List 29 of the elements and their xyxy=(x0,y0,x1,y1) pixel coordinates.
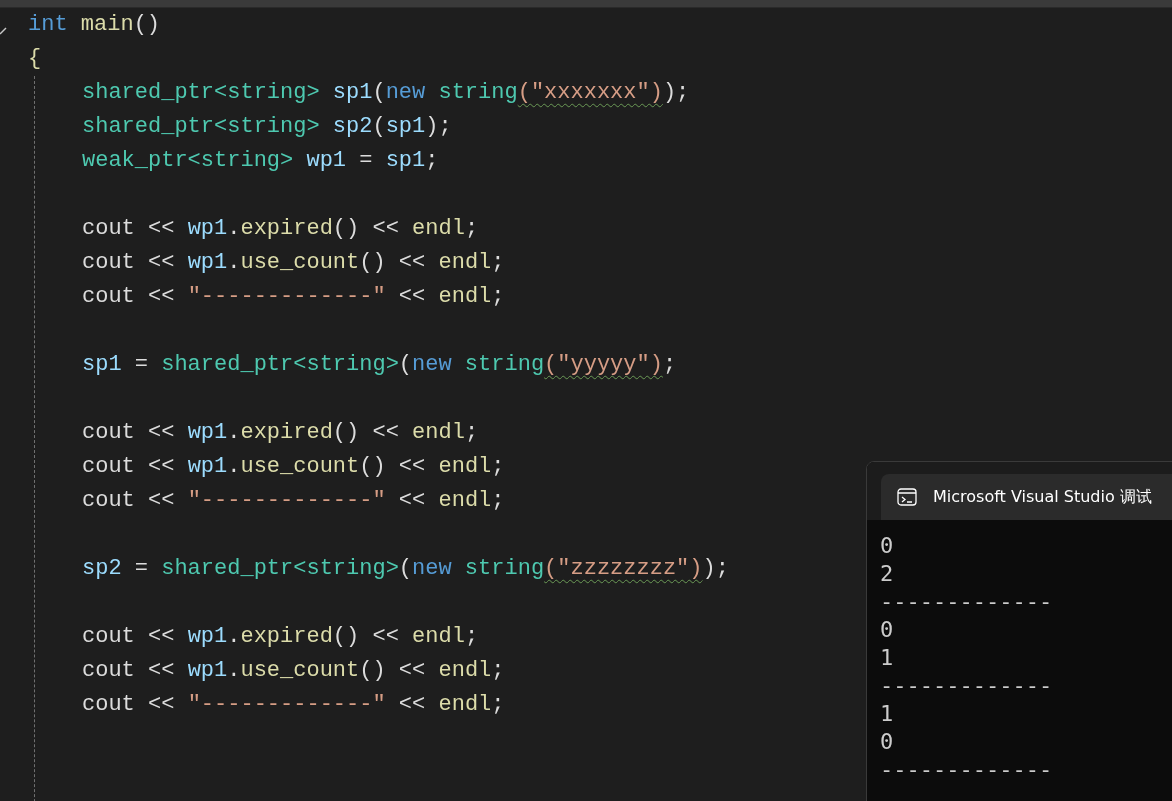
code-line: { xyxy=(28,45,42,73)
window-title: Microsoft Visual Studio 调试 xyxy=(933,486,1152,508)
code-line: cout << wp1.expired() << endl; xyxy=(82,215,479,243)
code-line: int main() xyxy=(28,11,161,39)
code-line: cout << wp1.use_count() << endl; xyxy=(82,657,505,685)
code-line: sp1 = shared_ptr<string>(new string("yyyyy"); xyxy=(82,351,677,379)
console-tab[interactable]: Microsoft Visual Studio 调试 xyxy=(881,474,1172,520)
code-line: cout << "-------------" << endl; xyxy=(82,283,505,311)
console-output-line: 0 xyxy=(880,616,894,644)
code-line: cout << "-------------" << endl; xyxy=(82,487,505,515)
code-line: shared_ptr<string> sp1(new string("xxxxxxx")); xyxy=(82,79,690,107)
code-line: cout << wp1.use_count() << endl; xyxy=(82,453,505,481)
console-output-line: 2 xyxy=(880,560,894,588)
code-line: weak_ptr<string> wp1 = sp1; xyxy=(82,147,439,175)
console-output-line: ------------- xyxy=(880,672,1053,700)
code-line: sp2 = shared_ptr<string>(new string("zzzzzzzz")); xyxy=(82,555,729,583)
code-line: cout << wp1.use_count() << endl; xyxy=(82,249,505,277)
console-output-line: ------------- xyxy=(880,756,1053,784)
console-output-line: 0 xyxy=(880,532,894,560)
terminal-icon xyxy=(897,488,917,506)
code-line: shared_ptr<string> sp2(sp1); xyxy=(82,113,452,141)
code-line: cout << "-------------" << endl; xyxy=(82,691,505,719)
code-line: cout << wp1.expired() << endl; xyxy=(82,419,479,447)
console-output-line: ------------- xyxy=(880,588,1053,616)
console-output-line: 1 xyxy=(880,700,894,728)
console-output-line: 1 xyxy=(880,644,894,672)
code-line: cout << wp1.expired() << endl; xyxy=(82,623,479,651)
collapse-icon[interactable] xyxy=(0,26,8,36)
console-output-line: 0 xyxy=(880,728,894,756)
